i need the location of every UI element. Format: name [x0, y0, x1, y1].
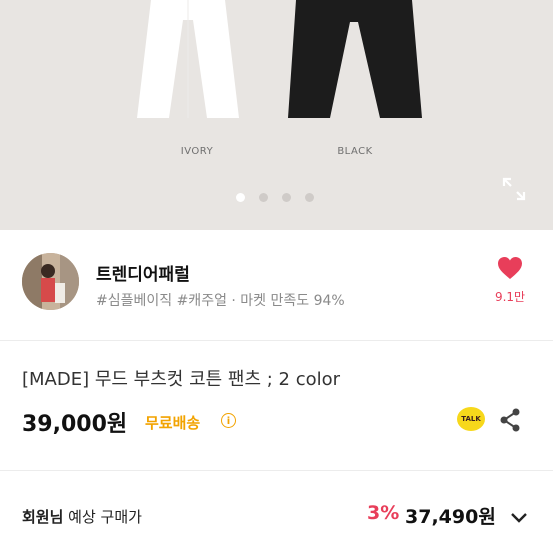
member-label-rest: 예상 구매가: [63, 508, 142, 526]
store-name[interactable]: 트렌디어패럴: [96, 260, 190, 285]
section-divider: [0, 470, 553, 471]
chevron-down-icon[interactable]: [508, 506, 530, 528]
like-count: 9.1만: [494, 290, 526, 304]
carousel-indicator: [236, 193, 314, 202]
heart-icon: [498, 257, 522, 279]
ivory-pants-image: [133, 0, 243, 120]
info-icon[interactable]: i: [221, 413, 236, 428]
member-price-row[interactable]: 회원님 예상 구매가 3% 37,490원: [0, 500, 553, 536]
carousel-dot-3[interactable]: [282, 193, 291, 202]
carousel-dot-1[interactable]: [236, 193, 245, 202]
variant-label-ivory: IVORY: [180, 146, 214, 157]
member-label-bold: 회원님: [22, 508, 64, 526]
product-price: 39,000원: [22, 412, 128, 437]
black-pants-image: [284, 0, 424, 120]
store-info[interactable]: 트렌디어패럴 #심플베이직 #캐주얼 · 마켓 만족도 94% 9.1만: [0, 230, 553, 341]
member-price-label: 회원님 예상 구매가: [22, 506, 142, 527]
member-price: 37,490원: [405, 506, 496, 528]
store-avatar[interactable]: [22, 253, 79, 310]
product-image-carousel[interactable]: IVORY BLACK: [0, 0, 553, 230]
free-shipping-badge: 무료배송: [145, 414, 201, 432]
like-button[interactable]: 9.1만: [492, 256, 528, 305]
carousel-dot-2[interactable]: [259, 193, 268, 202]
share-icon[interactable]: [498, 407, 522, 433]
kakao-talk-button[interactable]: TALK: [457, 407, 485, 431]
discount-rate: 3%: [367, 502, 400, 524]
product-title: [MADE] 무드 부츠컷 코튼 팬츠 ; 2 color: [22, 369, 341, 390]
expand-icon[interactable]: [501, 176, 527, 202]
variant-label-black: BLACK: [337, 146, 373, 157]
carousel-dot-4[interactable]: [305, 193, 314, 202]
store-tags: #심플베이직 #캐주얼 · 마켓 만족도 94%: [96, 293, 345, 309]
